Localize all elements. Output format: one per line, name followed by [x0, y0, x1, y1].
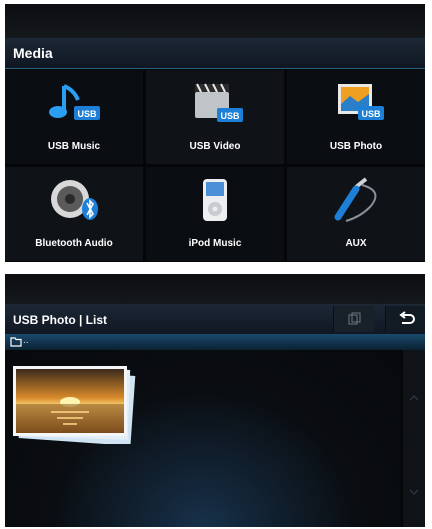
page-title: USB Photo | List [13, 313, 108, 327]
media-screen: Media USB USB Music USB USB Video USB US… [5, 4, 425, 262]
media-header: Media [5, 38, 425, 69]
photo-usb-icon: USB [338, 84, 384, 120]
scroll-arrows-icon [409, 394, 419, 496]
media-item-label: AUX [345, 238, 367, 249]
svg-text:USB: USB [220, 111, 240, 121]
aux-cable-icon [334, 177, 377, 222]
page-title: Media [13, 45, 53, 61]
ipod-icon [203, 179, 227, 221]
media-item-usb-video[interactable]: USB USB Video [146, 70, 284, 164]
media-item-label: Bluetooth Audio [35, 238, 113, 249]
sunset-photo-thumbnail [13, 366, 136, 446]
status-bar [5, 274, 425, 304]
svg-text:USB: USB [77, 109, 97, 119]
media-item-usb-photo[interactable]: USB USB Photo [287, 70, 425, 164]
music-note-usb-icon: USB [49, 84, 100, 120]
svg-text:USB: USB [361, 109, 381, 119]
folder-path: .. [23, 335, 29, 346]
photo-thumbnail[interactable] [11, 364, 137, 446]
copy-icon [348, 312, 361, 325]
media-item-label: USB Video [189, 141, 241, 152]
back-arrow-icon [399, 311, 415, 324]
media-item-label: USB Photo [329, 141, 383, 152]
speaker-bluetooth-icon [51, 180, 98, 220]
clapperboard-usb-icon: USB [195, 83, 243, 122]
media-item-ipod-music[interactable]: iPod Music [146, 167, 284, 261]
status-bar [5, 4, 425, 38]
folder-path-bar[interactable]: .. [5, 334, 425, 350]
copy-button[interactable] [333, 306, 374, 332]
photo-list-screen: USB Photo | List .. [5, 274, 425, 527]
back-button[interactable] [385, 306, 425, 332]
scrollbar[interactable] [403, 350, 425, 527]
media-item-label: USB Music [47, 141, 101, 152]
media-item-aux[interactable]: AUX [287, 167, 425, 261]
media-grid: USB USB Music USB USB Video USB USB Phot… [5, 70, 425, 262]
media-item-label: iPod Music [188, 238, 242, 249]
media-item-bluetooth-audio[interactable]: Bluetooth Audio [5, 167, 143, 261]
media-item-usb-music[interactable]: USB USB Music [5, 70, 143, 164]
folder-icon [10, 337, 22, 347]
photo-list-header: USB Photo | List [5, 304, 425, 334]
